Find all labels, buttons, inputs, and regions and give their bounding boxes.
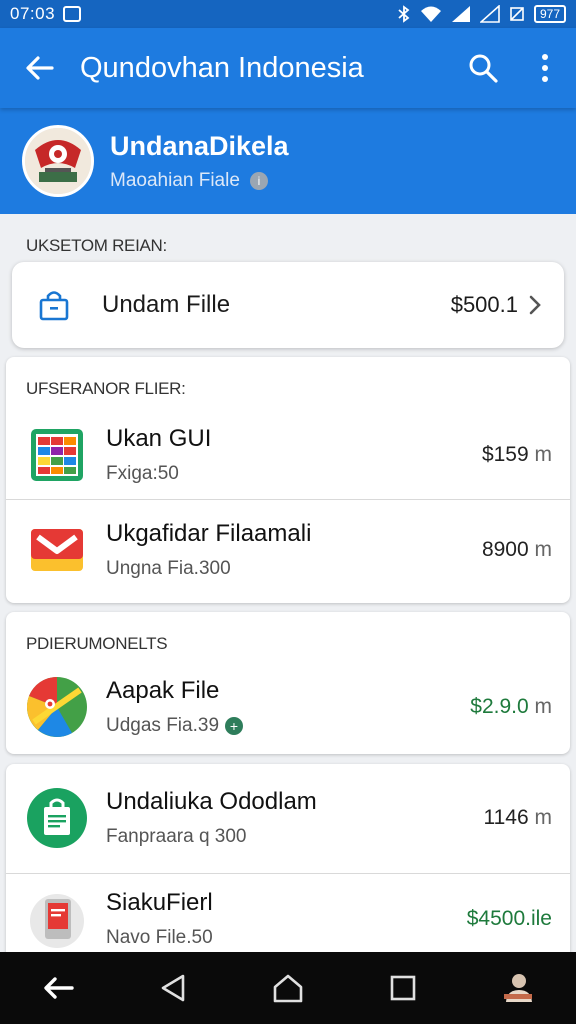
section-card-3: Undaliuka Ododlam Fanpraara q 300 1146 m… [6, 764, 570, 952]
status-icons: 977 [397, 5, 566, 23]
sheets-app-icon [26, 424, 88, 486]
app-title: Qundovhan Indonesia [80, 51, 364, 84]
content-list[interactable]: UKSETOM REIAN: Undam Fille $500.1 UFSERA… [0, 214, 576, 952]
file-app-icon [26, 888, 88, 950]
battery-indicator: 977 [533, 5, 566, 23]
maps-app-icon [26, 676, 88, 738]
item-unit: m [534, 538, 553, 561]
list-item[interactable]: SiakuFierl Navo File.50 $4500.ile [6, 874, 570, 952]
item-amount: $4500.ile [466, 907, 552, 930]
info-icon[interactable]: i [249, 171, 268, 190]
lock-bag-icon [39, 291, 69, 321]
item-title: Ukgafidar Filaamali [106, 520, 312, 547]
signal-icon [451, 6, 470, 22]
nav-back-arrow-button[interactable] [18, 952, 98, 1024]
search-button[interactable] [452, 28, 514, 108]
people-icon [504, 974, 533, 1002]
section-card-1: UFSERANOR FLIER: Ukan GUI Fxiga:50 $159 … [6, 357, 570, 603]
item-unit: m [534, 806, 553, 829]
item-amount: $2.9.0 [470, 695, 529, 718]
item-amount: 8900 [481, 538, 529, 561]
navigation-bar [0, 952, 576, 1024]
section-header-1: UFSERANOR FLIER: [26, 379, 186, 398]
list-item[interactable]: Ukgafidar Filaamali Ungna Fia.300 8900 m [6, 500, 570, 600]
signal-icon-2 [479, 5, 500, 23]
item-unit: m [534, 695, 553, 718]
file-card[interactable]: Undam Fille $500.1 [12, 262, 564, 348]
profile-name: UndanaDikela [110, 130, 289, 161]
nav-recents-button[interactable] [363, 952, 443, 1024]
avatar[interactable] [22, 125, 94, 197]
wifi-icon [420, 6, 441, 22]
item-amount: 1146 [483, 806, 529, 829]
nav-accounts-button[interactable] [478, 952, 558, 1024]
arrow-back-icon [26, 56, 54, 80]
gmail-app-icon [26, 519, 88, 581]
section-header-2: PDIERUMONELTS [26, 634, 168, 653]
list-item[interactable]: Aapak File Udgas Fia.39 + $2.9.0 m [6, 664, 570, 750]
file-card-label: Undam Fille [102, 291, 231, 318]
profile-subtitle: Maoahian Fiale [110, 169, 240, 191]
add-icon[interactable]: + [225, 717, 244, 735]
recents-icon [390, 975, 416, 1001]
item-title: SiakuFierl [106, 889, 213, 916]
file-card-price: $500.1 [450, 292, 518, 317]
item-subtitle: Udgas Fia.39 [106, 715, 220, 736]
nav-home-button[interactable] [248, 952, 328, 1024]
list-item[interactable]: Undaliuka Ododlam Fanpraara q 300 1146 m [6, 764, 570, 872]
back-button[interactable] [0, 28, 80, 108]
shopping-bag-icon [26, 787, 88, 849]
item-unit: m [534, 443, 553, 466]
item-subtitle: Fanpraara q 300 [106, 826, 247, 847]
avatar-emblem-icon [25, 128, 91, 194]
section-header-top: UKSETOM REIAN: [26, 236, 167, 255]
item-subtitle: Navo File.50 [106, 927, 213, 948]
item-amount: $159 [481, 443, 529, 466]
list-item[interactable]: Ukan GUI Fxiga:50 $159 m [6, 411, 570, 499]
status-time: 07:03 [10, 4, 56, 23]
nav-back-button[interactable] [133, 952, 213, 1024]
search-icon [469, 54, 498, 83]
triangle-back-icon [161, 974, 185, 1002]
app-bar: Qundovhan Indonesia [0, 28, 576, 108]
item-title: Aapak File [106, 677, 220, 704]
home-icon [273, 974, 303, 1003]
more-vert-icon [542, 54, 548, 82]
bluetooth-icon [398, 5, 410, 23]
item-subtitle: Ungna Fia.300 [106, 558, 231, 579]
notification-icon [63, 6, 82, 22]
more-options-button[interactable] [514, 28, 576, 108]
item-subtitle: Fxiga:50 [106, 463, 179, 484]
section-card-2: PDIERUMONELTS Aapak File Udgas Fia.39 + [6, 612, 570, 754]
status-bar: 07:03 977 [0, 0, 576, 28]
item-title: Ukan GUI [106, 425, 212, 452]
chevron-right-icon [529, 295, 541, 315]
item-title: Undaliuka Ododlam [106, 788, 317, 815]
profile-header: UndanaDikela Maoahian Fiale i [0, 108, 576, 214]
silent-icon [510, 7, 524, 21]
arrow-back-icon [43, 977, 74, 999]
